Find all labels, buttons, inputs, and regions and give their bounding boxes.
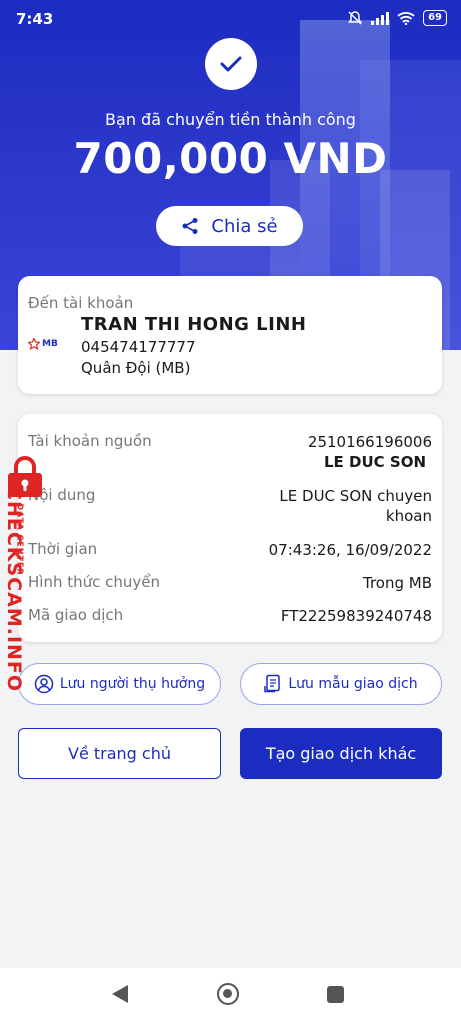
method-value: Trong MB	[362, 574, 432, 592]
document-icon	[264, 674, 281, 693]
method-label: Hình thức chuyển	[28, 573, 161, 591]
share-label: Chia sẻ	[211, 215, 278, 237]
user-circle-icon	[34, 674, 54, 694]
detail-row-source: Tài khoản nguồn 2510166196006 LE DUC SON	[28, 432, 432, 472]
recent-nav-icon[interactable]	[327, 986, 344, 1003]
recipient-label: Đến tài khoản	[28, 294, 134, 312]
new-transaction-button[interactable]: Tạo giao dịch khác	[240, 728, 442, 779]
status-bar: 7:43 69	[0, 0, 461, 38]
back-nav-icon[interactable]	[112, 985, 128, 1003]
share-icon	[182, 218, 198, 234]
status-icons: 69	[347, 10, 447, 26]
txn-label: Mã giao dịch	[28, 606, 124, 624]
recipient-name: TRAN THI HONG LINH	[81, 314, 307, 335]
recipient-account: 045474177777	[81, 338, 196, 356]
transaction-details-card: Tài khoản nguồn 2510166196006 LE DUC SON…	[18, 414, 442, 642]
star-icon	[28, 338, 40, 350]
save-beneficiary-label: Lưu người thụ hưởng	[59, 676, 206, 692]
success-message: Bạn đã chuyển tiền thành công	[105, 110, 356, 129]
signal-icon	[371, 11, 390, 25]
share-button[interactable]: Chia sẻ	[156, 206, 303, 246]
save-template-label: Lưu mẫu giao dịch	[288, 676, 418, 692]
source-label: Tài khoản nguồn	[28, 432, 152, 450]
recipient-card: Đến tài khoản MB TRAN THI HONG LINH 0454…	[18, 276, 442, 394]
android-nav-bar	[0, 968, 461, 1024]
source-account: 2510166196006	[307, 433, 432, 451]
content-line2: khoan	[385, 507, 432, 525]
watermark-brand: CHECKSCAM.INFO	[3, 486, 25, 693]
mb-bank-logo: MB	[28, 338, 58, 350]
save-beneficiary-button[interactable]: Lưu người thụ hưởng	[18, 663, 221, 705]
home-button[interactable]: Về trang chủ	[18, 728, 221, 779]
battery-icon: 69	[423, 10, 447, 26]
detail-row-content: Nội dung LE DUC SON chuyen khoan	[28, 486, 432, 526]
home-nav-icon[interactable]	[217, 983, 239, 1005]
success-check-badge	[205, 38, 257, 90]
save-template-button[interactable]: Lưu mẫu giao dịch	[240, 663, 442, 705]
mute-icon	[348, 11, 363, 25]
source-name: LE DUC SON	[324, 453, 426, 471]
check-icon	[220, 56, 242, 72]
time-value: 07:43:26, 16/09/2022	[268, 541, 432, 559]
status-time: 7:43	[16, 10, 54, 28]
content-line1: LE DUC SON chuyen	[279, 487, 432, 505]
txn-value: FT22259839240748	[280, 607, 432, 625]
wifi-icon	[397, 12, 415, 25]
time-label: Thời gian	[28, 540, 98, 558]
transfer-amount: 700,000 VND	[73, 134, 388, 183]
recipient-bank: Quân Đội (MB)	[81, 359, 191, 377]
